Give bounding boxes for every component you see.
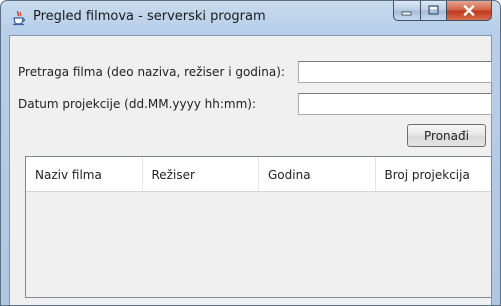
java-coffee-cup-icon [11, 10, 27, 26]
table-header: Naziv filma Režiser Godina Broj projekci… [26, 157, 491, 192]
caption-buttons [393, 1, 492, 21]
maximize-icon [428, 1, 440, 20]
close-button[interactable] [446, 1, 492, 21]
app-window: Pregled filmova - serverski program Pret… [0, 0, 501, 306]
maximize-button[interactable] [420, 1, 446, 21]
column-header-year[interactable]: Godina [259, 157, 376, 191]
projection-date-label: Datum projekcije (dd.MM.yyyy hh:mm): [18, 97, 256, 111]
projection-date-input[interactable] [298, 93, 492, 115]
column-header-film-name[interactable]: Naziv filma [26, 157, 143, 191]
column-header-director[interactable]: Režiser [143, 157, 259, 191]
films-table[interactable]: Naziv filma Režiser Godina Broj projekci… [25, 156, 492, 298]
minimize-button[interactable] [393, 1, 420, 21]
minimize-icon [401, 1, 413, 20]
film-search-input[interactable] [298, 61, 492, 83]
window-title: Pregled filmova - serverski program [33, 9, 266, 24]
film-search-label: Pretraga filma (deo naziva, režiser i go… [18, 65, 285, 79]
close-icon [463, 1, 475, 20]
find-button[interactable]: Pronađi [407, 124, 486, 147]
title-bar[interactable]: Pregled filmova - serverski program [1, 1, 500, 35]
column-header-projection-count[interactable]: Broj projekcija [376, 157, 492, 191]
